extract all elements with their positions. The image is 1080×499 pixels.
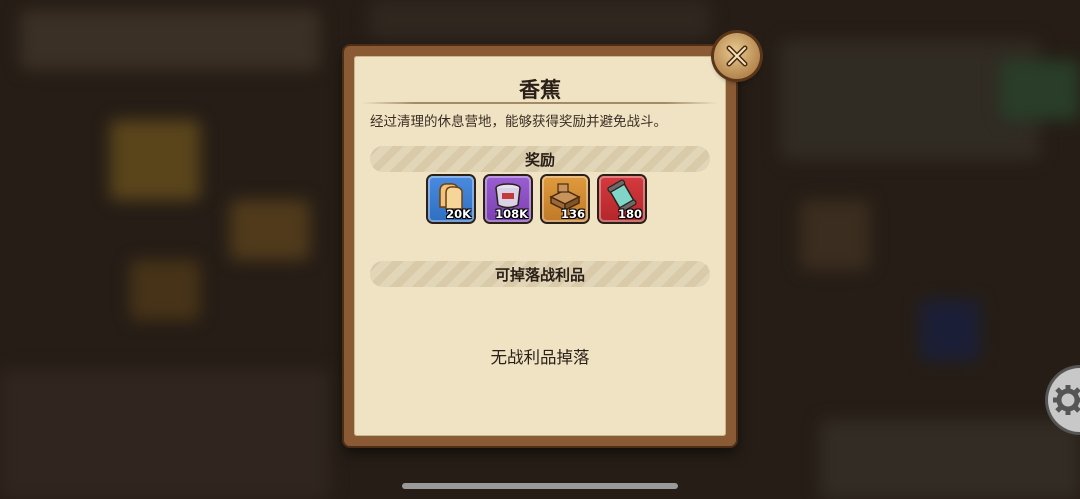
reward-count: 136 — [560, 207, 585, 221]
close-button[interactable] — [714, 33, 760, 79]
reward-item-wood[interactable]: 136 — [542, 176, 588, 222]
reward-count: 180 — [617, 207, 642, 221]
dialog-description: 经过清理的休息营地，能够获得奖励并避免战斗。 — [370, 114, 667, 130]
dialog-title: 香蕉 — [519, 78, 561, 102]
rewards-header-label: 奖励 — [524, 150, 555, 169]
rewards-list: 20K 108K 136 180 — [428, 176, 645, 222]
reward-item-canister[interactable]: 180 — [599, 176, 645, 222]
rewards-header: 奖励 — [370, 146, 710, 172]
reward-count: 20K — [446, 207, 471, 221]
home-indicator[interactable] — [402, 483, 678, 489]
reward-item-pot[interactable]: 108K — [485, 176, 531, 222]
dialog-body: 香蕉 经过清理的休息营地，能够获得奖励并避免战斗。 奖励 20K 108K 13… — [354, 56, 726, 436]
reward-dialog: 香蕉 经过清理的休息营地，能够获得奖励并避免战斗。 奖励 20K 108K 13… — [344, 46, 736, 446]
loot-header-label: 可掉落战利品 — [494, 265, 585, 284]
loot-header: 可掉落战利品 — [370, 261, 710, 287]
gear-icon — [1053, 385, 1080, 415]
close-icon — [726, 45, 748, 67]
reward-count: 108K — [495, 207, 528, 221]
title-divider — [362, 102, 718, 104]
no-loot-message: 无战利品掉落 — [490, 348, 590, 367]
reward-item-bread[interactable]: 20K — [428, 176, 474, 222]
